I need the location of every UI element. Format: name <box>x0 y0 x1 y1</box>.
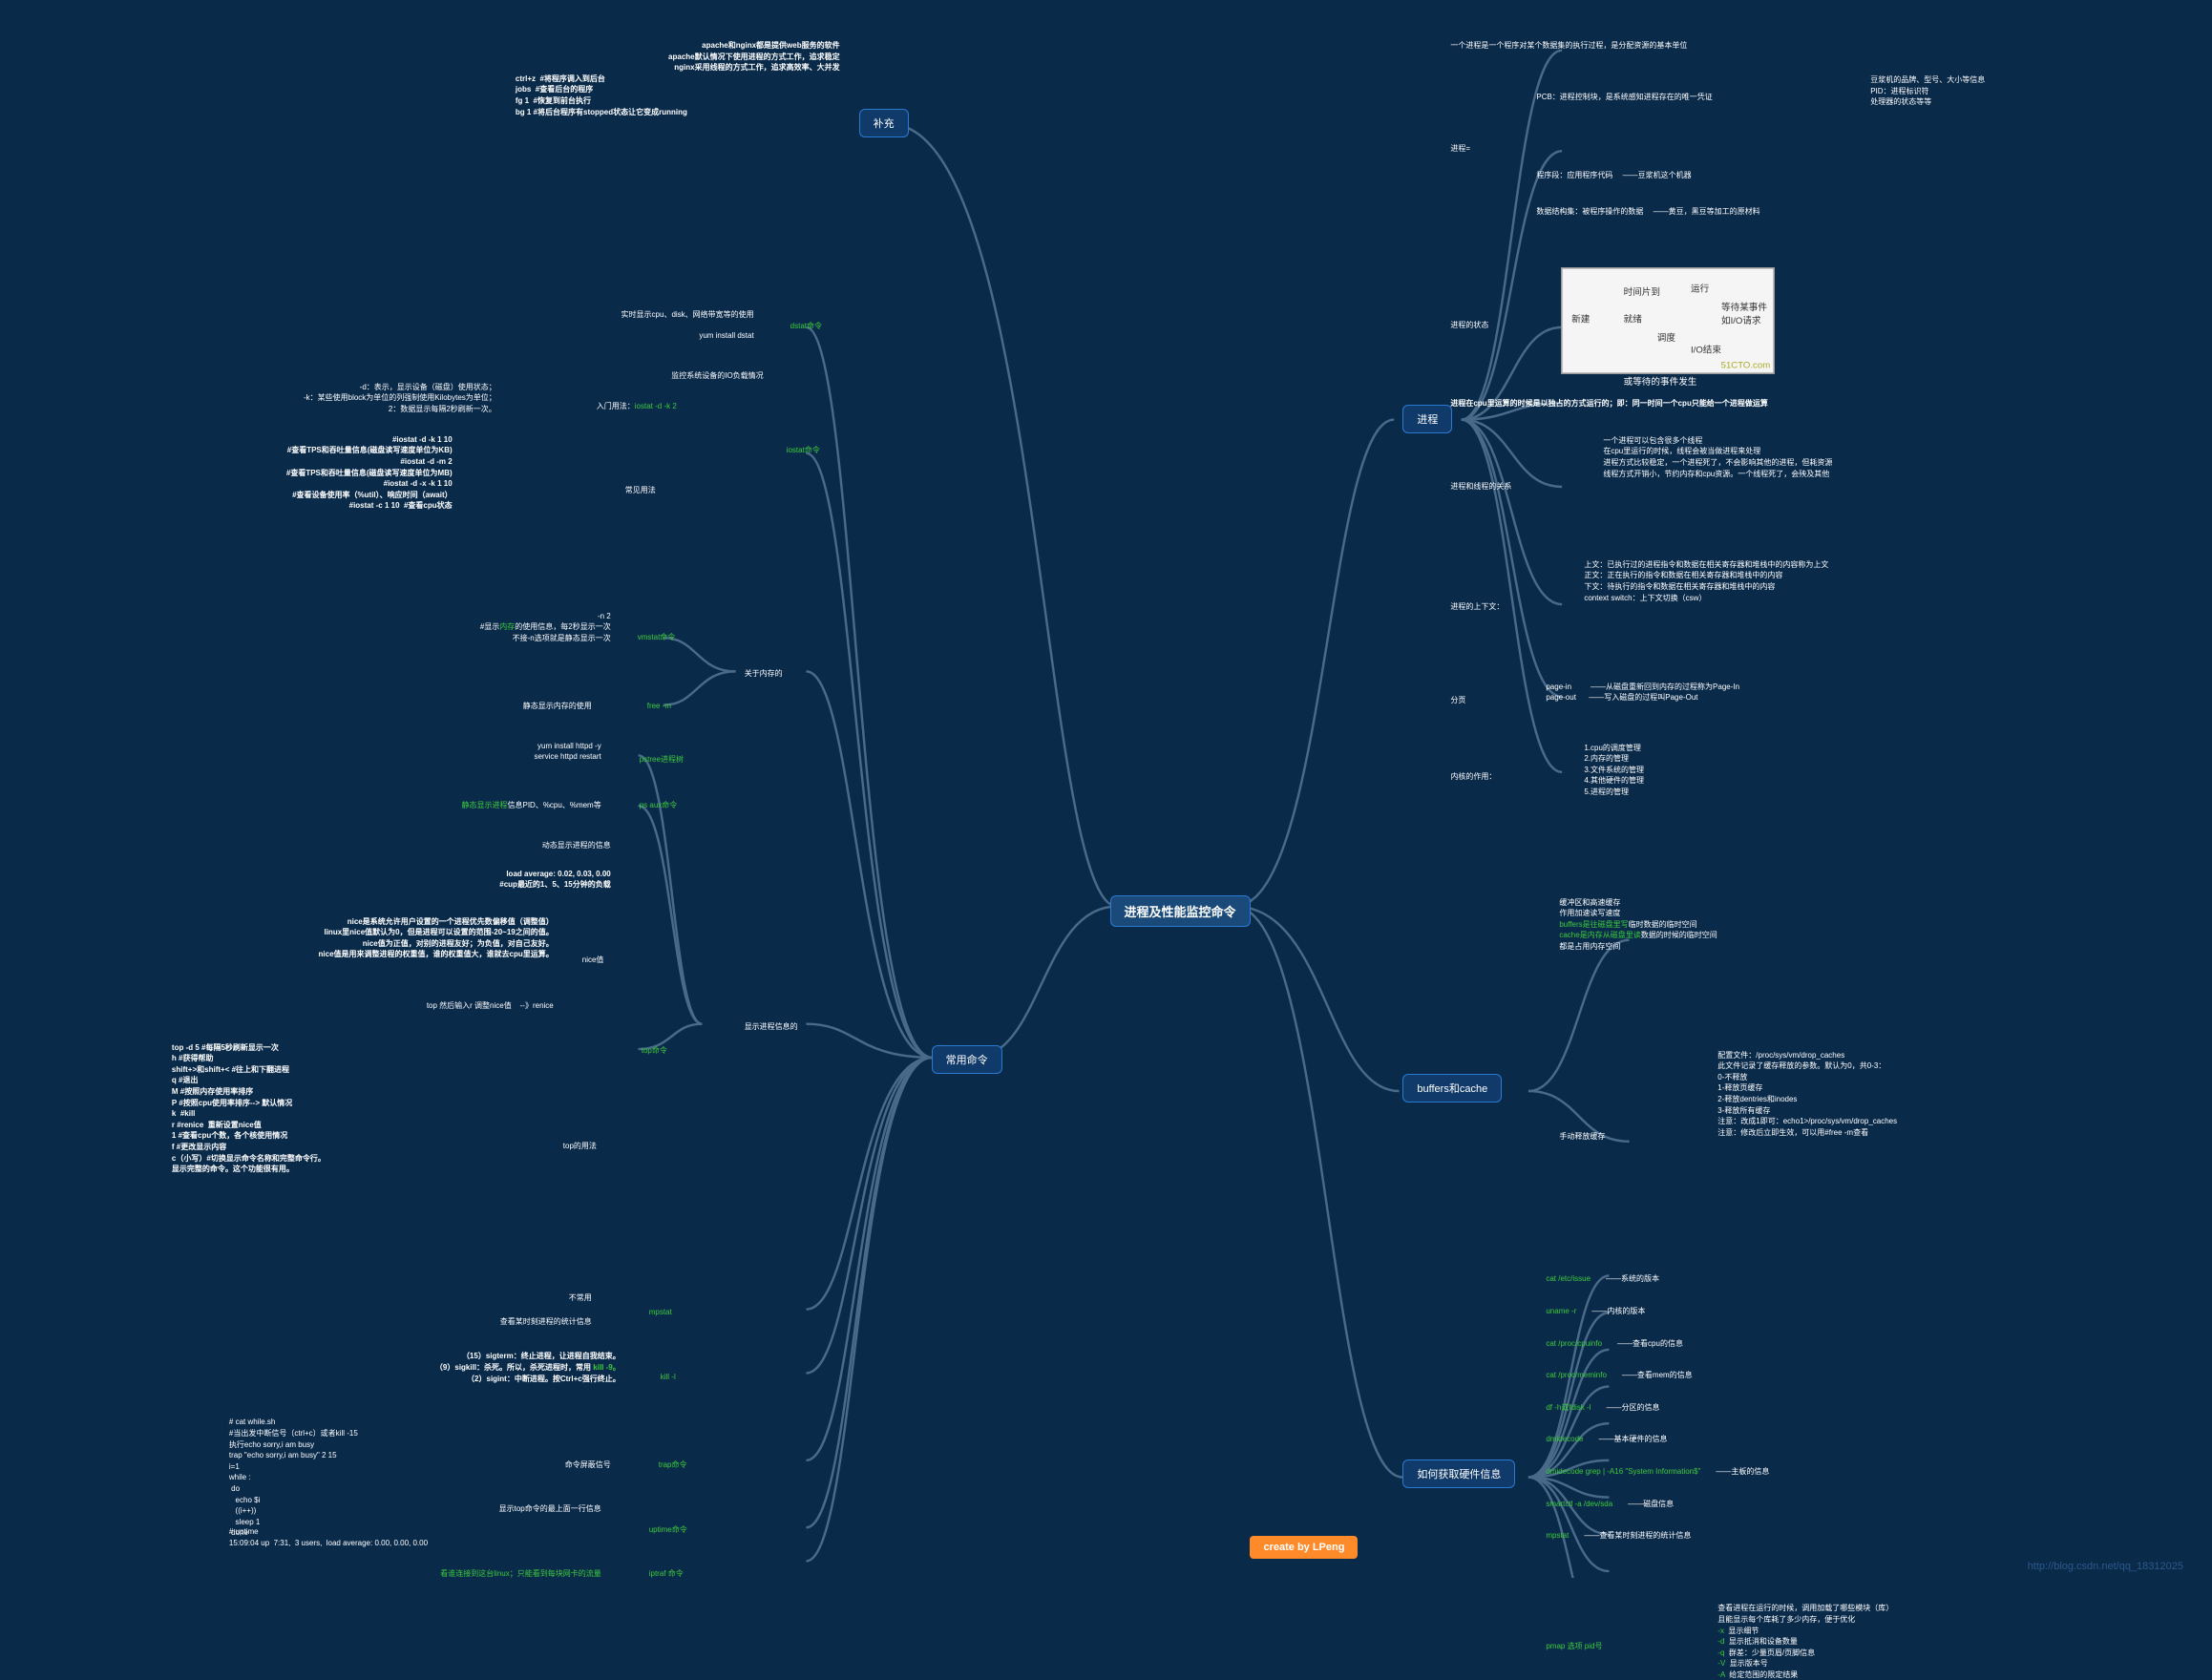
hw-list: cat /etc/issue ——系统的版本uname -r ——内核的版本ca… <box>1546 1273 1769 1562</box>
rel-label: 进程和线程的关系 <box>1450 481 1511 493</box>
uptime-label: uptime命令 <box>649 1524 687 1536</box>
top-load: load average: 0.02, 0.03, 0.00 #cup最近的1、… <box>363 869 611 891</box>
psaux-label: ps aux命令 <box>640 800 678 811</box>
credit-badge: create by LPeng <box>1250 1536 1358 1559</box>
mpstat-l2: 查看某时刻进程的统计信息 <box>353 1316 592 1328</box>
node-buffers: buffers和cache <box>1402 1074 1502 1102</box>
trap-desc: 命令屏蔽信号 <box>439 1460 611 1471</box>
kill-lines: （15）sigterm：终止进程，让进程自我结束。（9）sigkill：杀死。所… <box>172 1351 621 1384</box>
dstat-l2: yum install dstat <box>468 330 754 342</box>
nice-label: nice值 <box>582 955 604 966</box>
manual-lines: 配置文件：/proc/sys/vm/drop_caches 此文件记录了缓存释放… <box>1717 1050 1897 1139</box>
free-label: free -m <box>647 701 671 712</box>
state-label: 进程的状态 <box>1450 320 1488 331</box>
watermark: http://blog.csdn.net/qq_18312025 <box>2028 1561 2183 1572</box>
uptime-code: # uptime 15:09:04 up 7:31, 3 users, load… <box>229 1526 428 1548</box>
trap-code: # cat while.sh #当出发中断信号（ctrl+c）或者kill -1… <box>229 1417 358 1539</box>
kernel-label: 内核的作用： <box>1450 771 1496 783</box>
pstree-lines: yum install httpd -y service httpd resta… <box>382 741 601 763</box>
state-diagram: 新建时间片到 就绪调度 运行等待某事件如I/O请求 I/O结束 51CTO.co… <box>1561 267 1775 374</box>
proc-cpu: 进程在cpu里运算的时候是以独占的方式运行的；即：同一时间一个cpu只能给一个进… <box>1450 398 1767 410</box>
node-common: 常用命令 <box>932 1045 1002 1074</box>
node-hw: 如何获取硬件信息 <box>1402 1460 1515 1488</box>
psaux-desc: 静态显示进程信息PID、%cpu、%mem等 <box>267 800 601 811</box>
iostat-usage-label: 常见用法 <box>625 485 656 496</box>
top-label: top命令 <box>642 1045 667 1057</box>
mem-label: 关于内存的 <box>745 668 783 680</box>
nice-lines: nice是系统允许用户设置的一个进程优先数偏移值（调整值） linux里nice… <box>38 916 554 960</box>
show-label: 显示进程信息的 <box>745 1021 798 1033</box>
iptraf-label: iptraf 命令 <box>649 1568 684 1580</box>
mpstat-label: mpstat <box>649 1307 672 1318</box>
vmstat-lines: -n 2 #显示内存的使用信息，每2秒显示一次 不接-n选项就是静态显示一次 <box>277 611 611 644</box>
node-supplement: 补充 <box>859 109 909 137</box>
iostat-intro-desc: 监控系统设备的IO负载情况 <box>439 370 764 382</box>
top-usage-label: top的用法 <box>563 1141 597 1152</box>
iostat-opts: -d：表示，显示设备（磁盘）使用状态； -k：某些使用block为单位的列强制使… <box>95 382 496 415</box>
proc-eq-label: 进程= <box>1450 143 1470 155</box>
renice: top 然后输入r 调整nice值 --》renice <box>239 1000 554 1012</box>
root-node: 进程及性能监控命令 <box>1110 895 1251 927</box>
supp-lines: apache和nginx都是提供web服务的软件apache默认情况下使用进程的… <box>267 40 840 117</box>
kill-label: kill -l <box>661 1372 676 1383</box>
page-lines: page-in ——从磁盘重新回到内存的过程称为Page-In page-out… <box>1546 682 1739 704</box>
proc-seg: 程序段：应用程序代码 ——豆浆机这个机器 <box>1536 170 1691 181</box>
uptime-desc: 显示top命令的最上面一行信息 <box>411 1503 601 1515</box>
pmap-label: pmap 选项 pid号 <box>1546 1641 1602 1652</box>
mpstat-l1: 不常用 <box>401 1292 592 1304</box>
kernel-lines: 1.cpu的调度管理 2.内存的管理 3.文件系统的管理 4.其他硬件的管理 5… <box>1584 743 1644 798</box>
page-label: 分页 <box>1450 695 1465 706</box>
iptraf-desc: 看谁连接到这台linux；只能看到每块网卡的流量 <box>277 1568 601 1580</box>
trap-label: trap命令 <box>659 1460 687 1471</box>
dstat-l1: 实时显示cpu、disk、网络带宽等的使用 <box>468 309 754 321</box>
ctx-lines: 上文：已执行过的进程指令和数据在相关寄存器和堆栈中的内容称为上文 正文：正在执行… <box>1584 559 1828 603</box>
iostat-intro: 入门用法：iostat -d -k 2 <box>597 401 677 412</box>
proc-def: 一个进程是一个程序对某个数据集的执行过程，是分配资源的基本单位 <box>1450 40 1687 52</box>
pmap-lines: 查看进程在运行的时候，调用加载了哪些模块（库）且能显示每个库耗了多少内存，便于优… <box>1717 1603 1893 1680</box>
pstree-label: pstree进程树 <box>640 754 684 766</box>
ctx-label: 进程的上下文： <box>1450 601 1504 613</box>
buf-lines: 缓冲区和高速缓存作用加速读写速度buffers是往磁盘里写临时数据的临时空间ca… <box>1559 897 1717 953</box>
node-process: 进程 <box>1402 405 1452 433</box>
top-dyn: 动态显示进程的信息 <box>401 840 611 851</box>
iostat-usage: #iostat -d -k 1 10 #查看TPS和吞吐量信息(磁盘读写速度单位… <box>286 434 453 512</box>
iostat-label: iostat命令 <box>787 445 820 456</box>
proc-pcb: PCB：进程控制块，是系统感知进程存在的唯一凭证 <box>1536 92 1712 103</box>
rel-lines: 一个进程可以包含很多个线程 在cpu里运行的时候，线程会被当做进程来处理 进程方… <box>1603 435 1832 479</box>
proc-data: 数据结构集：被程序操作的数据 ——黄豆，黑豆等加工的原材料 <box>1536 206 1759 218</box>
vmstat-label: vmstat命令 <box>638 632 676 643</box>
dstat-label: dstat命令 <box>790 321 822 332</box>
manual-label: 手动释放缓存 <box>1559 1131 1605 1143</box>
top-usage: top -d 5 #每隔5秒刷新显示一次 h #获得帮助 shift+>和shi… <box>172 1042 326 1175</box>
proc-pcb-sub: 豆浆机的品牌、型号、大小等信息 PID：进程标识符 处理器的状态等等 <box>1870 74 1985 108</box>
free-desc: 静态显示内存的使用 <box>401 701 592 712</box>
